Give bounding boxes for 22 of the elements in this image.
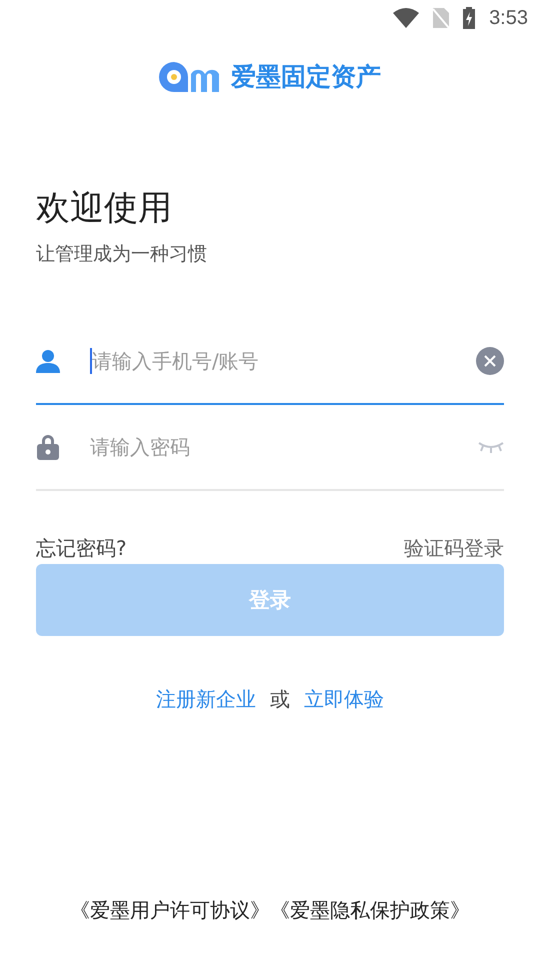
forgot-password-link[interactable]: 忘记密码? xyxy=(36,535,127,562)
brand-name: 爱墨固定资产 xyxy=(231,61,381,93)
lock-icon xyxy=(36,434,60,460)
or-text: 或 xyxy=(270,686,290,713)
close-icon xyxy=(484,355,496,367)
status-time: 3:53 xyxy=(489,6,528,30)
text-cursor xyxy=(90,348,92,374)
battery-charging-icon xyxy=(463,7,476,29)
no-sim-icon xyxy=(433,8,450,28)
password-field[interactable]: 请输入密码 xyxy=(90,435,478,459)
account-field[interactable]: 请输入手机号/账号 xyxy=(92,349,476,373)
register-link[interactable]: 注册新企业 xyxy=(156,686,256,713)
person-icon xyxy=(36,349,60,373)
sms-login-link[interactable]: 验证码登录 xyxy=(404,535,504,562)
welcome-subtitle: 让管理成为一种习惯 xyxy=(36,242,207,267)
welcome-title: 欢迎使用 xyxy=(36,187,172,230)
agreement-link[interactable]: 《爱墨隐私保护政策》 xyxy=(270,897,470,924)
logo-icon xyxy=(159,62,221,92)
try-now-link[interactable]: 立即体验 xyxy=(304,686,384,713)
agreement-link[interactable]: 《爱墨用户许可协议》 xyxy=(70,897,270,924)
clear-button[interactable] xyxy=(476,347,504,375)
wifi-icon xyxy=(393,8,420,28)
